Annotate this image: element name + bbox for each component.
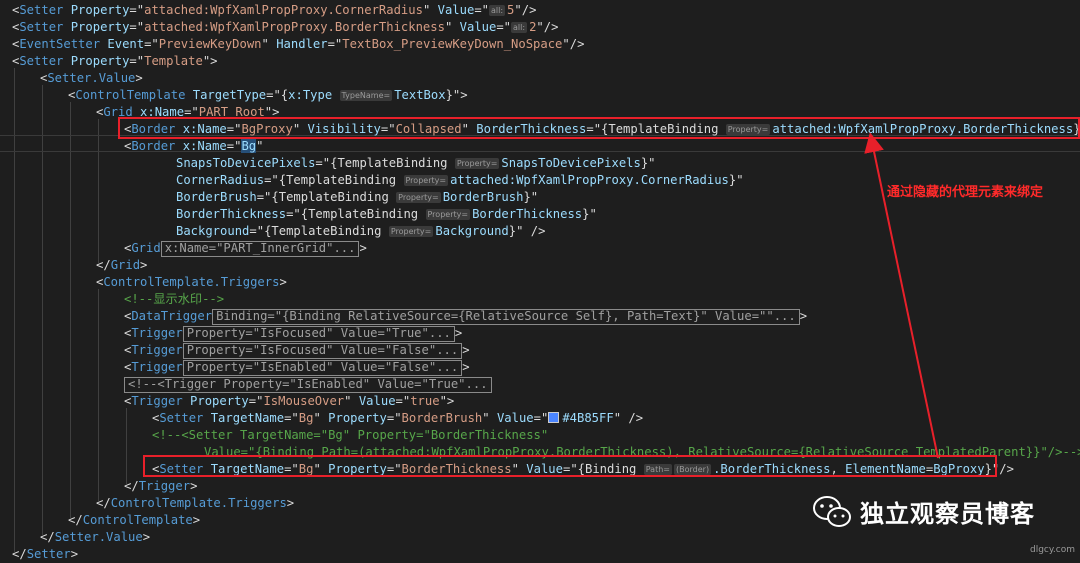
callout-text: 通过隐藏的代理元素来绑定 (887, 185, 1044, 200)
wechat-icon (813, 495, 851, 527)
site-watermark: dlgcy.com (1030, 545, 1075, 555)
arrow-annotation (864, 132, 939, 459)
brand-name: 独立观察员博客 (860, 500, 1035, 528)
brand-watermark: 独立观察员博客 (812, 494, 1035, 529)
